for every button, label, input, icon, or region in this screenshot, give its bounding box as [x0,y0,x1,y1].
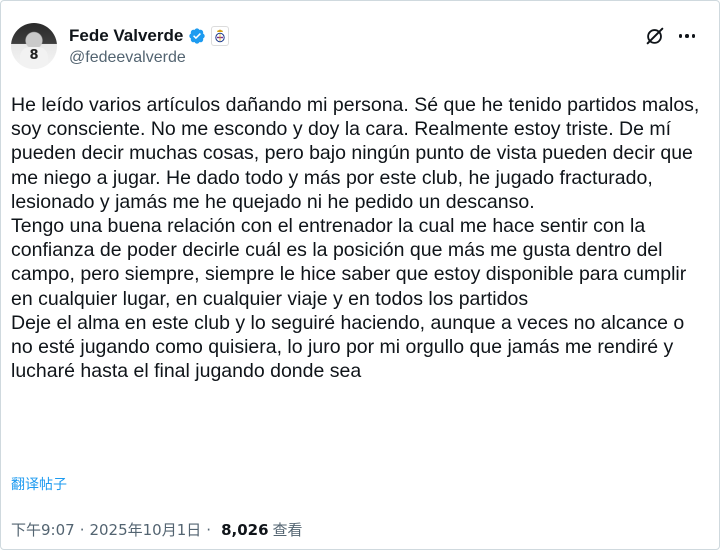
more-dot [685,34,689,38]
avatar-number: 8 [29,48,39,63]
grok-icon[interactable] [644,25,666,47]
real-madrid-crest-icon[interactable] [211,26,230,46]
views-label: 查看 [272,521,303,539]
display-name[interactable]: Fede Valverde [69,26,183,46]
tweet-paragraph: He leído varios artículos dañando mi per… [11,94,705,213]
meta-separator: · [79,520,85,539]
verified-badge-icon[interactable] [188,27,206,45]
tweet-meta: 下午9:07 · 2025年10月1日 · 8,026 查看 [11,519,303,540]
tweet-text: He leído varios artículos dañando mi per… [11,93,711,383]
tweet-time[interactable]: 下午9:07 [11,519,75,540]
tweet-card: 8 Fede Valverde @fedeevalverde He leído … [0,0,720,550]
tweet-paragraph: Tengo una buena relación con el entrenad… [11,215,692,310]
avatar[interactable]: 8 [11,23,57,69]
translate-post-link[interactable]: 翻译帖子 [11,474,67,494]
views-count[interactable]: 8,026 [221,521,268,539]
tweet-paragraph: Deje el alma en este club y lo seguiré h… [11,311,690,383]
more-dot [691,34,696,38]
more-dot [678,34,683,38]
tweet-date[interactable]: 2025年10月1日 [89,519,201,540]
author-name-row: Fede Valverde [69,25,230,47]
meta-separator: · [206,520,212,539]
author-handle[interactable]: @fedeevalverde [69,49,186,67]
more-icon[interactable] [676,25,698,47]
